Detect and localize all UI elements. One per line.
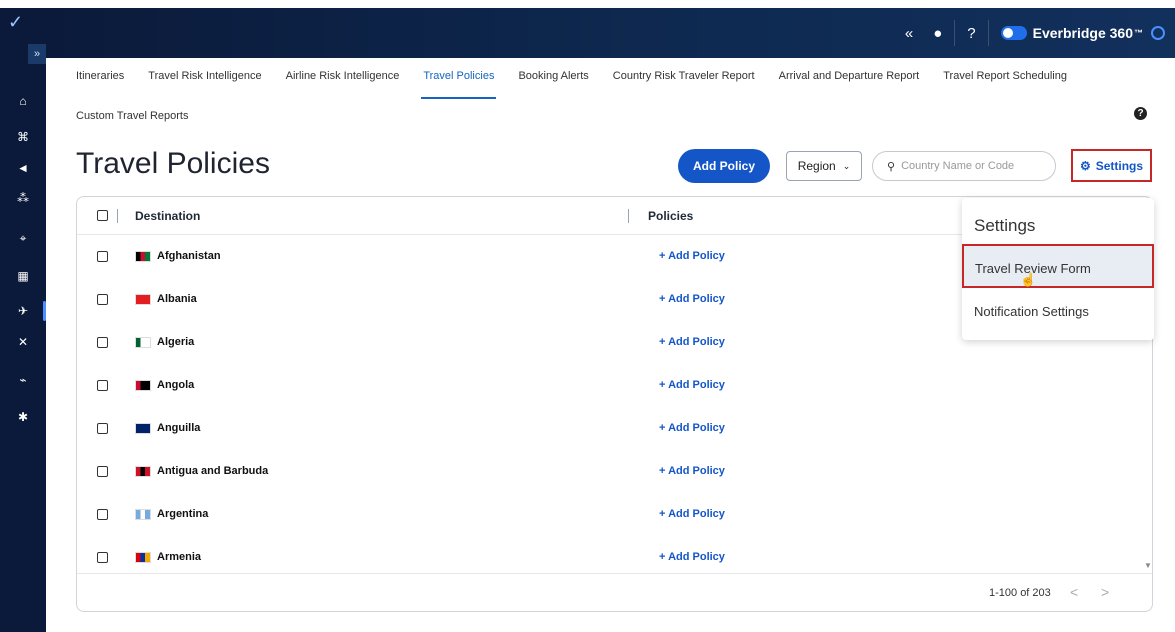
tab-itineraries[interactable]: Itineraries	[76, 70, 124, 98]
everbridge-logo-icon[interactable]: ✓	[8, 12, 23, 33]
row-add-policy-link[interactable]: + Add Policy	[659, 379, 725, 391]
top-header: « ● ? Everbridge 360 ™	[46, 8, 1175, 58]
calendar-icon[interactable]: ▦	[0, 263, 46, 289]
column-divider	[117, 209, 118, 223]
building-icon[interactable]: ⌘	[0, 124, 46, 150]
app-root: ✓ » ⌂ ⌘ ◄ ⁂ ⌖ ▦ ✈ ✕ ⌁ ✱ « ● ? Everbridge 360 ™ Iti…	[0, 0, 1175, 632]
region-select[interactable]: Region ⌄	[786, 151, 862, 181]
tab-booking-alerts[interactable]: Booking Alerts	[518, 70, 588, 98]
select-all-checkbox[interactable]	[97, 210, 108, 221]
country-name: Algeria	[157, 336, 195, 348]
sidebar: ✓ » ⌂ ⌘ ◄ ⁂ ⌖ ▦ ✈ ✕ ⌁ ✱	[0, 8, 46, 632]
location-pin-icon[interactable]: ⌖	[0, 225, 46, 251]
row-add-policy-link[interactable]: + Add Policy	[659, 551, 725, 563]
question-circle-icon[interactable]: ?	[967, 25, 975, 42]
gear-icon[interactable]: ✱	[0, 404, 46, 430]
hand-cursor-icon: ☝	[1020, 272, 1037, 287]
search-input[interactable]: ⚲ Country Name or Code	[872, 151, 1056, 181]
tab-custom-travel-reports[interactable]: Custom Travel Reports	[76, 110, 188, 122]
divider	[954, 20, 956, 46]
gear-icon: ⚙	[1079, 158, 1091, 173]
trademark: ™	[1134, 28, 1143, 38]
row-checkbox[interactable]	[97, 509, 108, 520]
megaphone-icon[interactable]: ◄	[0, 155, 46, 181]
menu-item-notification-settings[interactable]: Notification Settings	[974, 304, 1089, 319]
row-checkbox[interactable]	[97, 337, 108, 348]
country-name: Angola	[157, 379, 195, 391]
tab-bar: Itineraries Travel Risk Intelligence Airli…	[76, 70, 1091, 99]
menu-title: Settings	[974, 216, 1036, 235]
row-checkbox[interactable]	[97, 552, 108, 563]
brand-name[interactable]: Everbridge 360 ™	[1033, 25, 1143, 41]
flag-icon	[135, 251, 151, 262]
column-divider	[628, 209, 629, 223]
user-icon[interactable]: ●	[933, 25, 942, 42]
tab-country-risk-traveler-report[interactable]: Country Risk Traveler Report	[613, 70, 755, 98]
scroll-down-icon[interactable]: ▼	[1144, 561, 1152, 570]
region-label: Region	[797, 159, 836, 173]
table-row: Argentina + Add Policy	[77, 493, 1152, 536]
help-icon[interactable]: ?	[1134, 107, 1147, 120]
flag-icon	[135, 509, 151, 520]
search-placeholder: Country Name or Code	[901, 160, 1015, 172]
sidebar-expand-button[interactable]: »	[28, 44, 46, 64]
country-name: Albania	[157, 293, 197, 305]
country-name: Anguilla	[157, 422, 201, 434]
country-name: Afghanistan	[157, 250, 221, 262]
page-title: Travel Policies	[76, 147, 270, 180]
home-icon[interactable]: ⌂	[0, 88, 46, 114]
double-chevron-left-icon[interactable]: «	[905, 25, 913, 42]
settings-button[interactable]: ⚙ Settings	[1071, 149, 1152, 182]
country-name: Armenia	[157, 551, 202, 563]
row-add-policy-link[interactable]: + Add Policy	[659, 508, 725, 520]
chevron-down-icon: ⌄	[842, 160, 851, 171]
tab-airline-risk-intelligence[interactable]: Airline Risk Intelligence	[286, 70, 400, 98]
row-add-policy-link[interactable]: + Add Policy	[659, 422, 725, 434]
table-footer: 1-100 of 203 < >	[77, 573, 1152, 611]
search-icon: ⚲	[887, 160, 896, 173]
pagination-text: 1-100 of 203	[989, 587, 1051, 599]
table-row: Angola + Add Policy	[77, 364, 1152, 407]
tab-travel-risk-intelligence[interactable]: Travel Risk Intelligence	[148, 70, 261, 98]
row-add-policy-link[interactable]: + Add Policy	[659, 293, 725, 305]
divider	[987, 20, 989, 46]
tab-travel-policies[interactable]: Travel Policies	[421, 70, 497, 99]
table-row: Anguilla + Add Policy	[77, 407, 1152, 450]
country-name: Antigua and Barbuda	[157, 465, 269, 477]
table-row: Antigua and Barbuda + Add Policy	[77, 450, 1152, 493]
row-add-policy-link[interactable]: + Add Policy	[659, 250, 725, 262]
row-checkbox[interactable]	[97, 294, 108, 305]
people-icon[interactable]: ⁂	[0, 185, 46, 211]
background-window-strip	[0, 0, 1175, 8]
column-destination[interactable]: Destination	[135, 209, 200, 223]
flag-icon	[135, 294, 151, 305]
chart-icon[interactable]: ⌁	[0, 367, 46, 393]
column-policies[interactable]: Policies	[648, 209, 693, 223]
brand-label: Everbridge 360	[1032, 25, 1133, 41]
row-add-policy-link[interactable]: + Add Policy	[659, 465, 725, 477]
row-checkbox[interactable]	[97, 251, 108, 262]
flight-off-icon[interactable]: ✕	[0, 329, 46, 355]
brand-menu-icon[interactable]	[1151, 26, 1165, 40]
flag-icon	[135, 337, 151, 348]
tab-arrival-and-departure-report[interactable]: Arrival and Departure Report	[779, 70, 920, 98]
row-checkbox[interactable]	[97, 380, 108, 391]
tab-travel-report-scheduling[interactable]: Travel Report Scheduling	[943, 70, 1067, 98]
product-toggle[interactable]	[1000, 26, 1027, 40]
previous-page-button[interactable]: <	[1070, 584, 1078, 600]
settings-dropdown-menu: Settings Travel Review Form ☝ Notificatio…	[962, 198, 1154, 340]
next-page-button[interactable]: >	[1101, 584, 1109, 600]
row-checkbox[interactable]	[97, 423, 108, 434]
row-add-policy-link[interactable]: + Add Policy	[659, 336, 725, 348]
flag-icon	[135, 552, 151, 563]
flag-icon	[135, 423, 151, 434]
airplane-icon[interactable]: ✈	[0, 298, 46, 324]
menu-item-travel-review-form[interactable]: Travel Review Form ☝	[962, 244, 1154, 288]
flag-icon	[135, 466, 151, 477]
country-name: Argentina	[157, 508, 209, 520]
flag-icon	[135, 380, 151, 391]
add-policy-button[interactable]: Add Policy	[678, 149, 770, 183]
row-checkbox[interactable]	[97, 466, 108, 477]
settings-label: Settings	[1095, 158, 1144, 173]
